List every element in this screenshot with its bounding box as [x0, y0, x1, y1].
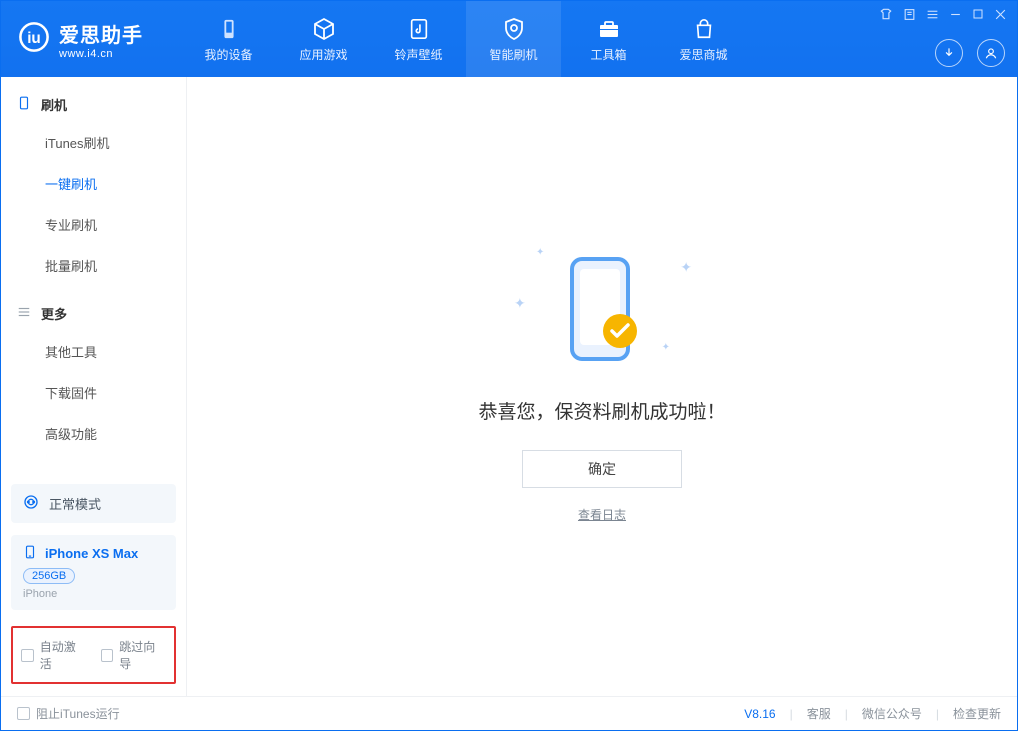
phone-outline-icon	[17, 96, 31, 113]
phone-icon	[23, 545, 37, 562]
sidebar-item-pro-flash[interactable]: 专业刷机	[1, 204, 186, 245]
sidebar-item-other-tools[interactable]: 其他工具	[1, 331, 186, 372]
maximize-button[interactable]	[972, 8, 984, 23]
checkbox-auto-activate[interactable]: 自动激活	[21, 638, 87, 672]
ok-button[interactable]: 确定	[522, 450, 682, 488]
section-title: 更多	[41, 304, 67, 323]
menu-icon[interactable]	[926, 8, 939, 24]
shirt-icon[interactable]	[879, 7, 893, 24]
sidebar-section-more: 更多	[1, 286, 186, 331]
nav-toolbox[interactable]: 工具箱	[561, 1, 656, 77]
device-icon	[218, 16, 240, 42]
mode-card[interactable]: 正常模式	[11, 484, 176, 523]
sidebar-item-oneclick-flash[interactable]: 一键刷机	[1, 163, 186, 204]
sidebar-item-advanced[interactable]: 高级功能	[1, 413, 186, 454]
nav-label: 铃声壁纸	[394, 46, 442, 63]
checkbox-icon	[21, 649, 34, 662]
titlebar: iu 爱思助手 www.i4.cn 我的设备 应用游戏 铃声壁	[1, 1, 1017, 77]
support-link[interactable]: 客服	[807, 705, 831, 722]
sidebar-item-itunes-flash[interactable]: iTunes刷机	[1, 122, 186, 163]
logo-block: iu 爱思助手 www.i4.cn	[1, 1, 181, 77]
sync-icon	[23, 494, 39, 513]
success-illustration: ✦ ✦ ✦ ✦	[542, 251, 662, 371]
options-highlight-box: 自动激活 跳过向导	[11, 626, 176, 684]
device-type: iPhone	[23, 588, 164, 600]
note-icon[interactable]	[903, 8, 916, 24]
checkbox-label: 自动激活	[40, 638, 87, 672]
sidebar-section-flash: 刷机	[1, 77, 186, 122]
close-button[interactable]	[994, 8, 1007, 24]
nav-ringtone-wallpaper[interactable]: 铃声壁纸	[371, 1, 466, 77]
mode-label: 正常模式	[49, 494, 101, 513]
checkbox-skip-guide[interactable]: 跳过向导	[101, 638, 167, 672]
music-file-icon	[408, 16, 430, 42]
version-label: V8.16	[744, 707, 775, 721]
cube-icon	[312, 16, 336, 42]
shield-icon	[502, 16, 526, 42]
main-content: ✦ ✦ ✦ ✦ 恭喜您，保资料刷机成功啦！ 确定 查看日志	[187, 77, 1017, 696]
success-message: 恭喜您，保资料刷机成功啦！	[478, 397, 725, 424]
checkbox-label: 阻止iTunes运行	[36, 705, 120, 722]
download-button[interactable]	[935, 39, 963, 67]
window-controls	[879, 7, 1007, 24]
svg-text:iu: iu	[27, 29, 41, 46]
check-update-link[interactable]: 检查更新	[953, 705, 1001, 722]
nav-label: 爱思商城	[679, 46, 727, 63]
checkbox-label: 跳过向导	[119, 638, 166, 672]
checkbox-block-itunes[interactable]: 阻止iTunes运行	[17, 705, 120, 722]
view-log-link[interactable]: 查看日志	[578, 506, 626, 523]
body: 刷机 iTunes刷机 一键刷机 专业刷机 批量刷机 更多 其他工具 下载固件 …	[1, 77, 1017, 696]
device-card[interactable]: iPhone XS Max 256GB iPhone	[11, 535, 176, 610]
sidebar: 刷机 iTunes刷机 一键刷机 专业刷机 批量刷机 更多 其他工具 下载固件 …	[1, 77, 187, 696]
wechat-link[interactable]: 微信公众号	[862, 705, 922, 722]
app-name: 爱思助手	[59, 19, 143, 48]
nav-store[interactable]: 爱思商城	[656, 1, 751, 77]
top-nav: 我的设备 应用游戏 铃声壁纸 智能刷机 工具箱	[181, 1, 751, 77]
logo-icon: iu	[17, 20, 51, 59]
status-bar: 阻止iTunes运行 V8.16 | 客服 | 微信公众号 | 检查更新	[1, 696, 1017, 730]
bag-icon	[693, 16, 715, 42]
storage-badge: 256GB	[23, 568, 75, 584]
toolbox-icon	[597, 16, 621, 42]
checkbox-icon	[101, 649, 114, 662]
app-window: iu 爱思助手 www.i4.cn 我的设备 应用游戏 铃声壁	[0, 0, 1018, 731]
sidebar-item-batch-flash[interactable]: 批量刷机	[1, 245, 186, 286]
app-url: www.i4.cn	[59, 48, 143, 60]
nav-smart-flash[interactable]: 智能刷机	[466, 1, 561, 77]
section-title: 刷机	[41, 95, 67, 114]
checkbox-icon	[17, 707, 30, 720]
nav-my-device[interactable]: 我的设备	[181, 1, 276, 77]
nav-label: 工具箱	[590, 46, 626, 63]
minimize-button[interactable]	[949, 8, 962, 24]
device-name: iPhone XS Max	[45, 546, 138, 561]
nav-label: 我的设备	[204, 46, 252, 63]
sidebar-item-download-firmware[interactable]: 下载固件	[1, 372, 186, 413]
nav-label: 应用游戏	[299, 46, 347, 63]
nav-label: 智能刷机	[489, 46, 537, 63]
list-icon	[17, 305, 31, 322]
nav-apps-games[interactable]: 应用游戏	[276, 1, 371, 77]
account-button[interactable]	[977, 39, 1005, 67]
